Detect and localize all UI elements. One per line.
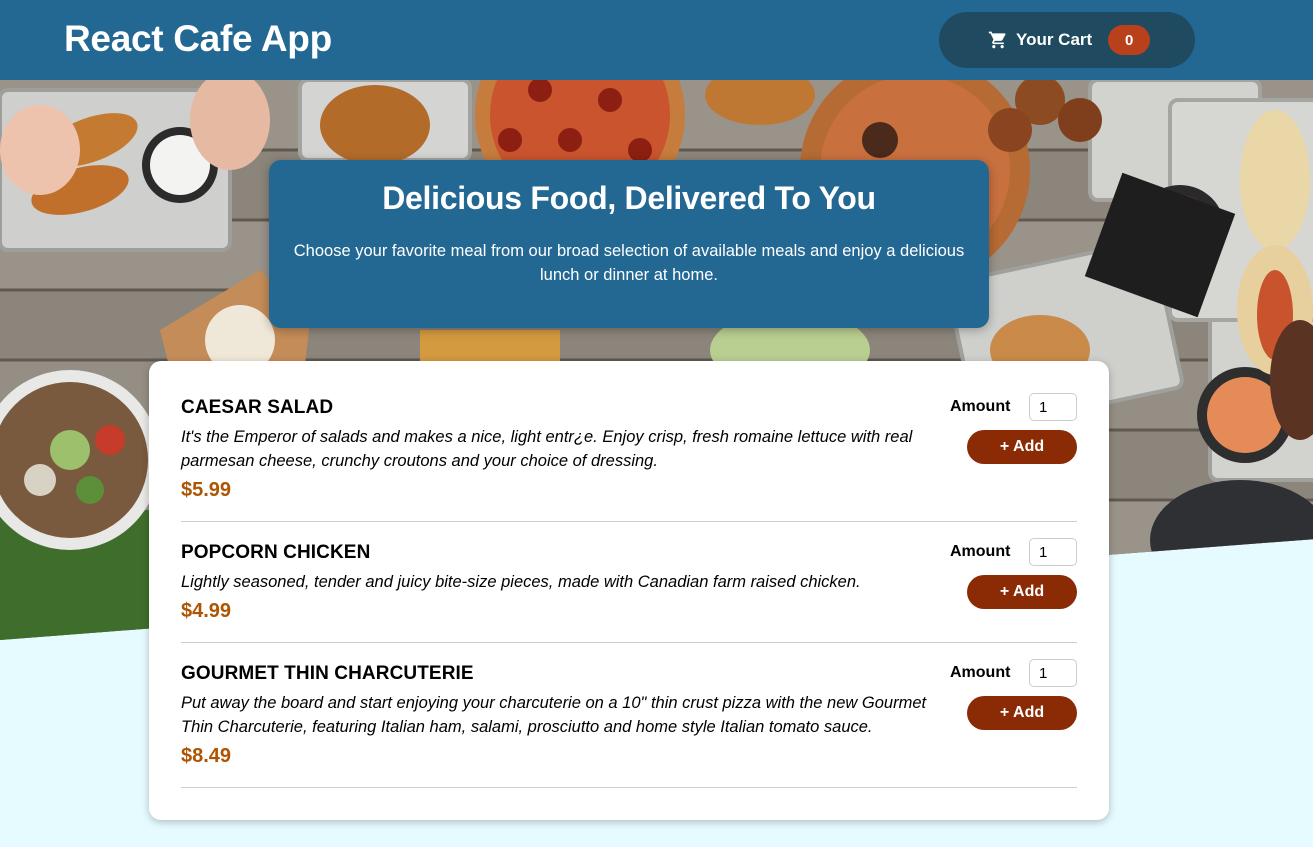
meal-price: $5.99 — [181, 479, 232, 501]
cart-label: Your Cart — [1016, 30, 1093, 49]
add-to-cart-button[interactable]: + Add — [967, 696, 1077, 730]
amount-input[interactable] — [1029, 538, 1077, 566]
meal-price: $8.49 — [181, 745, 232, 767]
add-to-cart-button[interactable]: + Add — [967, 430, 1077, 464]
app-title: React Cafe App — [64, 18, 332, 59]
amount-input[interactable] — [1029, 659, 1077, 687]
meal-name: GOURMET THIN CHARCUTERIE — [181, 663, 474, 684]
meal-item: CAESAR SALAD It's the Emperor of salads … — [181, 361, 1077, 522]
add-to-cart-button[interactable]: + Add — [967, 575, 1077, 609]
cart-count-badge: 0 — [1108, 25, 1151, 55]
app-root: React Cafe App Your Cart 0 Delicious Foo… — [0, 0, 1313, 847]
amount-label: Amount — [950, 398, 1011, 415]
summary-box: Delicious Food, Delivered To You Choose … — [269, 160, 989, 328]
amount-label: Amount — [950, 543, 1011, 560]
meal-description: Lightly seasoned, tender and juicy bite-… — [181, 573, 861, 591]
meal-item: POPCORN CHICKEN Lightly seasoned, tender… — [181, 522, 1077, 643]
amount-label: Amount — [950, 664, 1011, 681]
meals-list: CAESAR SALAD It's the Emperor of salads … — [149, 361, 1109, 820]
meal-price: $4.99 — [181, 600, 232, 622]
summary-title: Delicious Food, Delivered To You — [382, 180, 876, 216]
app-header: React Cafe App Your Cart 0 — [0, 0, 1313, 80]
meal-name: POPCORN CHICKEN — [181, 542, 371, 563]
amount-input[interactable] — [1029, 393, 1077, 421]
meal-item: GOURMET THIN CHARCUTERIE Put away the bo… — [181, 643, 1077, 788]
cart-icon — [988, 30, 1008, 50]
meal-name: CAESAR SALAD — [181, 397, 334, 418]
summary-text: Choose your favorite meal from our broad… — [293, 242, 965, 284]
meal-description: Put away the board and start enjoying yo… — [181, 694, 927, 736]
meal-description: It's the Emperor of salads and makes a n… — [181, 428, 913, 470]
cart-button[interactable]: Your Cart 0 — [939, 12, 1195, 68]
